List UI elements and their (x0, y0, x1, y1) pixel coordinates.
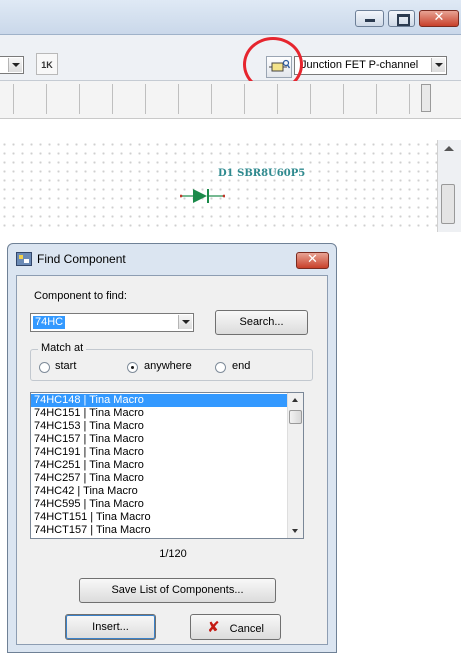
toolbar-slot[interactable] (79, 84, 109, 114)
component-search-input[interactable]: 74HC (30, 313, 194, 332)
match-end-label[interactable]: end (232, 360, 250, 372)
app-titlebar: ✕ (0, 0, 461, 35)
scroll-thumb[interactable] (289, 410, 302, 424)
list-item[interactable]: 74HC595 | Tina Macro (31, 498, 303, 511)
list-item[interactable]: 74HC191 | Tina Macro (31, 446, 303, 459)
minimize-button[interactable] (355, 10, 384, 27)
chevron-down-icon[interactable] (178, 315, 192, 329)
results-scrollbar[interactable] (287, 393, 303, 538)
match-at-legend: Match at (38, 342, 87, 354)
toolbar-slot[interactable] (112, 84, 142, 114)
match-start-label[interactable]: start (55, 360, 76, 372)
toolbar-slot[interactable] (310, 84, 340, 114)
save-list-button[interactable]: Save List of Components... (79, 578, 276, 603)
match-anywhere-radio[interactable] (127, 362, 138, 373)
scroll-thumb[interactable] (441, 184, 455, 224)
match-anywhere-label[interactable]: anywhere (144, 360, 192, 372)
results-list[interactable]: 74HC148 | Tina Macro 74HC151 | Tina Macr… (30, 392, 304, 539)
toolbar-slot[interactable] (46, 84, 76, 114)
dialog-title: Find Component (37, 252, 126, 266)
close-icon: ✕ (433, 10, 445, 25)
maximize-button[interactable] (388, 10, 415, 27)
result-count: 1/120 (159, 548, 187, 560)
scroll-up-icon[interactable] (292, 398, 298, 402)
list-item-selected[interactable]: 74HC148 | Tina Macro (31, 394, 303, 407)
app-toolbar: 1K Junction FET P-channel (0, 35, 461, 81)
window-close-button[interactable]: ✕ (419, 10, 459, 27)
toolbar-slot[interactable] (277, 84, 307, 114)
insert-button-label: Insert... (92, 621, 129, 633)
toolbar-slot[interactable] (145, 84, 175, 114)
search-value: 74HC (33, 316, 66, 329)
chevron-down-icon (8, 58, 22, 72)
component-type-value: Junction FET P-channel (301, 59, 419, 71)
scroll-down-icon[interactable] (292, 529, 298, 533)
list-item[interactable]: 74HCT157 | Tina Macro (31, 524, 303, 537)
canvas-vertical-scrollbar[interactable] (437, 140, 461, 232)
scroll-up-icon[interactable] (444, 146, 454, 151)
component-library-icon (16, 252, 32, 266)
maximize-icon (397, 14, 410, 26)
chevron-down-icon (431, 58, 445, 72)
cancel-button[interactable]: ✘ Cancel (190, 614, 281, 640)
cancel-button-label: Cancel (229, 623, 264, 635)
find-component-dialog: Find Component ✕ Component to find: 74HC… (7, 243, 337, 653)
dialog-body: Component to find: 74HC Search... Match … (16, 275, 328, 645)
toolbar-slot[interactable] (13, 84, 43, 114)
insert-button[interactable]: Insert... (65, 614, 156, 640)
toolbar-slot[interactable] (376, 84, 406, 114)
toolbar-slot[interactable] (343, 84, 373, 114)
toolbar-slot[interactable] (178, 84, 208, 114)
toolbar-slot[interactable] (211, 84, 241, 114)
cancel-icon: ✘ (207, 618, 220, 636)
toolbar-slot[interactable] (244, 84, 274, 114)
list-item[interactable]: 74HC153 | Tina Macro (31, 420, 303, 433)
diode-symbol[interactable] (180, 186, 225, 206)
toolbar-dropdown[interactable] (0, 56, 24, 74)
toolbar-scroll-handle[interactable] (421, 84, 431, 112)
match-start-radio[interactable] (39, 362, 50, 373)
list-item[interactable]: 74HC42 | Tina Macro (31, 485, 303, 498)
close-icon: ✕ (307, 252, 318, 267)
list-item[interactable]: 74HC251 | Tina Macro (31, 459, 303, 472)
dialog-titlebar[interactable]: Find Component ✕ (8, 244, 336, 274)
list-item[interactable]: 74HCT151 | Tina Macro (31, 511, 303, 524)
list-item[interactable]: 74HC257 | Tina Macro (31, 472, 303, 485)
match-end-radio[interactable] (215, 362, 226, 373)
component-type-select[interactable]: Junction FET P-channel (294, 56, 447, 75)
list-item[interactable]: 74HC151 | Tina Macro (31, 407, 303, 420)
resistor-1k-button[interactable]: 1K (36, 53, 58, 75)
part-label: D1 SBR8U60P5 (218, 168, 306, 179)
dialog-close-button[interactable]: ✕ (296, 252, 329, 269)
list-item[interactable]: 74HC157 | Tina Macro (31, 433, 303, 446)
minimize-icon (365, 19, 375, 22)
component-to-find-label: Component to find: (34, 290, 127, 302)
search-button[interactable]: Search... (215, 310, 308, 335)
component-toolbar-strip (0, 81, 461, 119)
toolbar-slot[interactable] (409, 84, 421, 114)
